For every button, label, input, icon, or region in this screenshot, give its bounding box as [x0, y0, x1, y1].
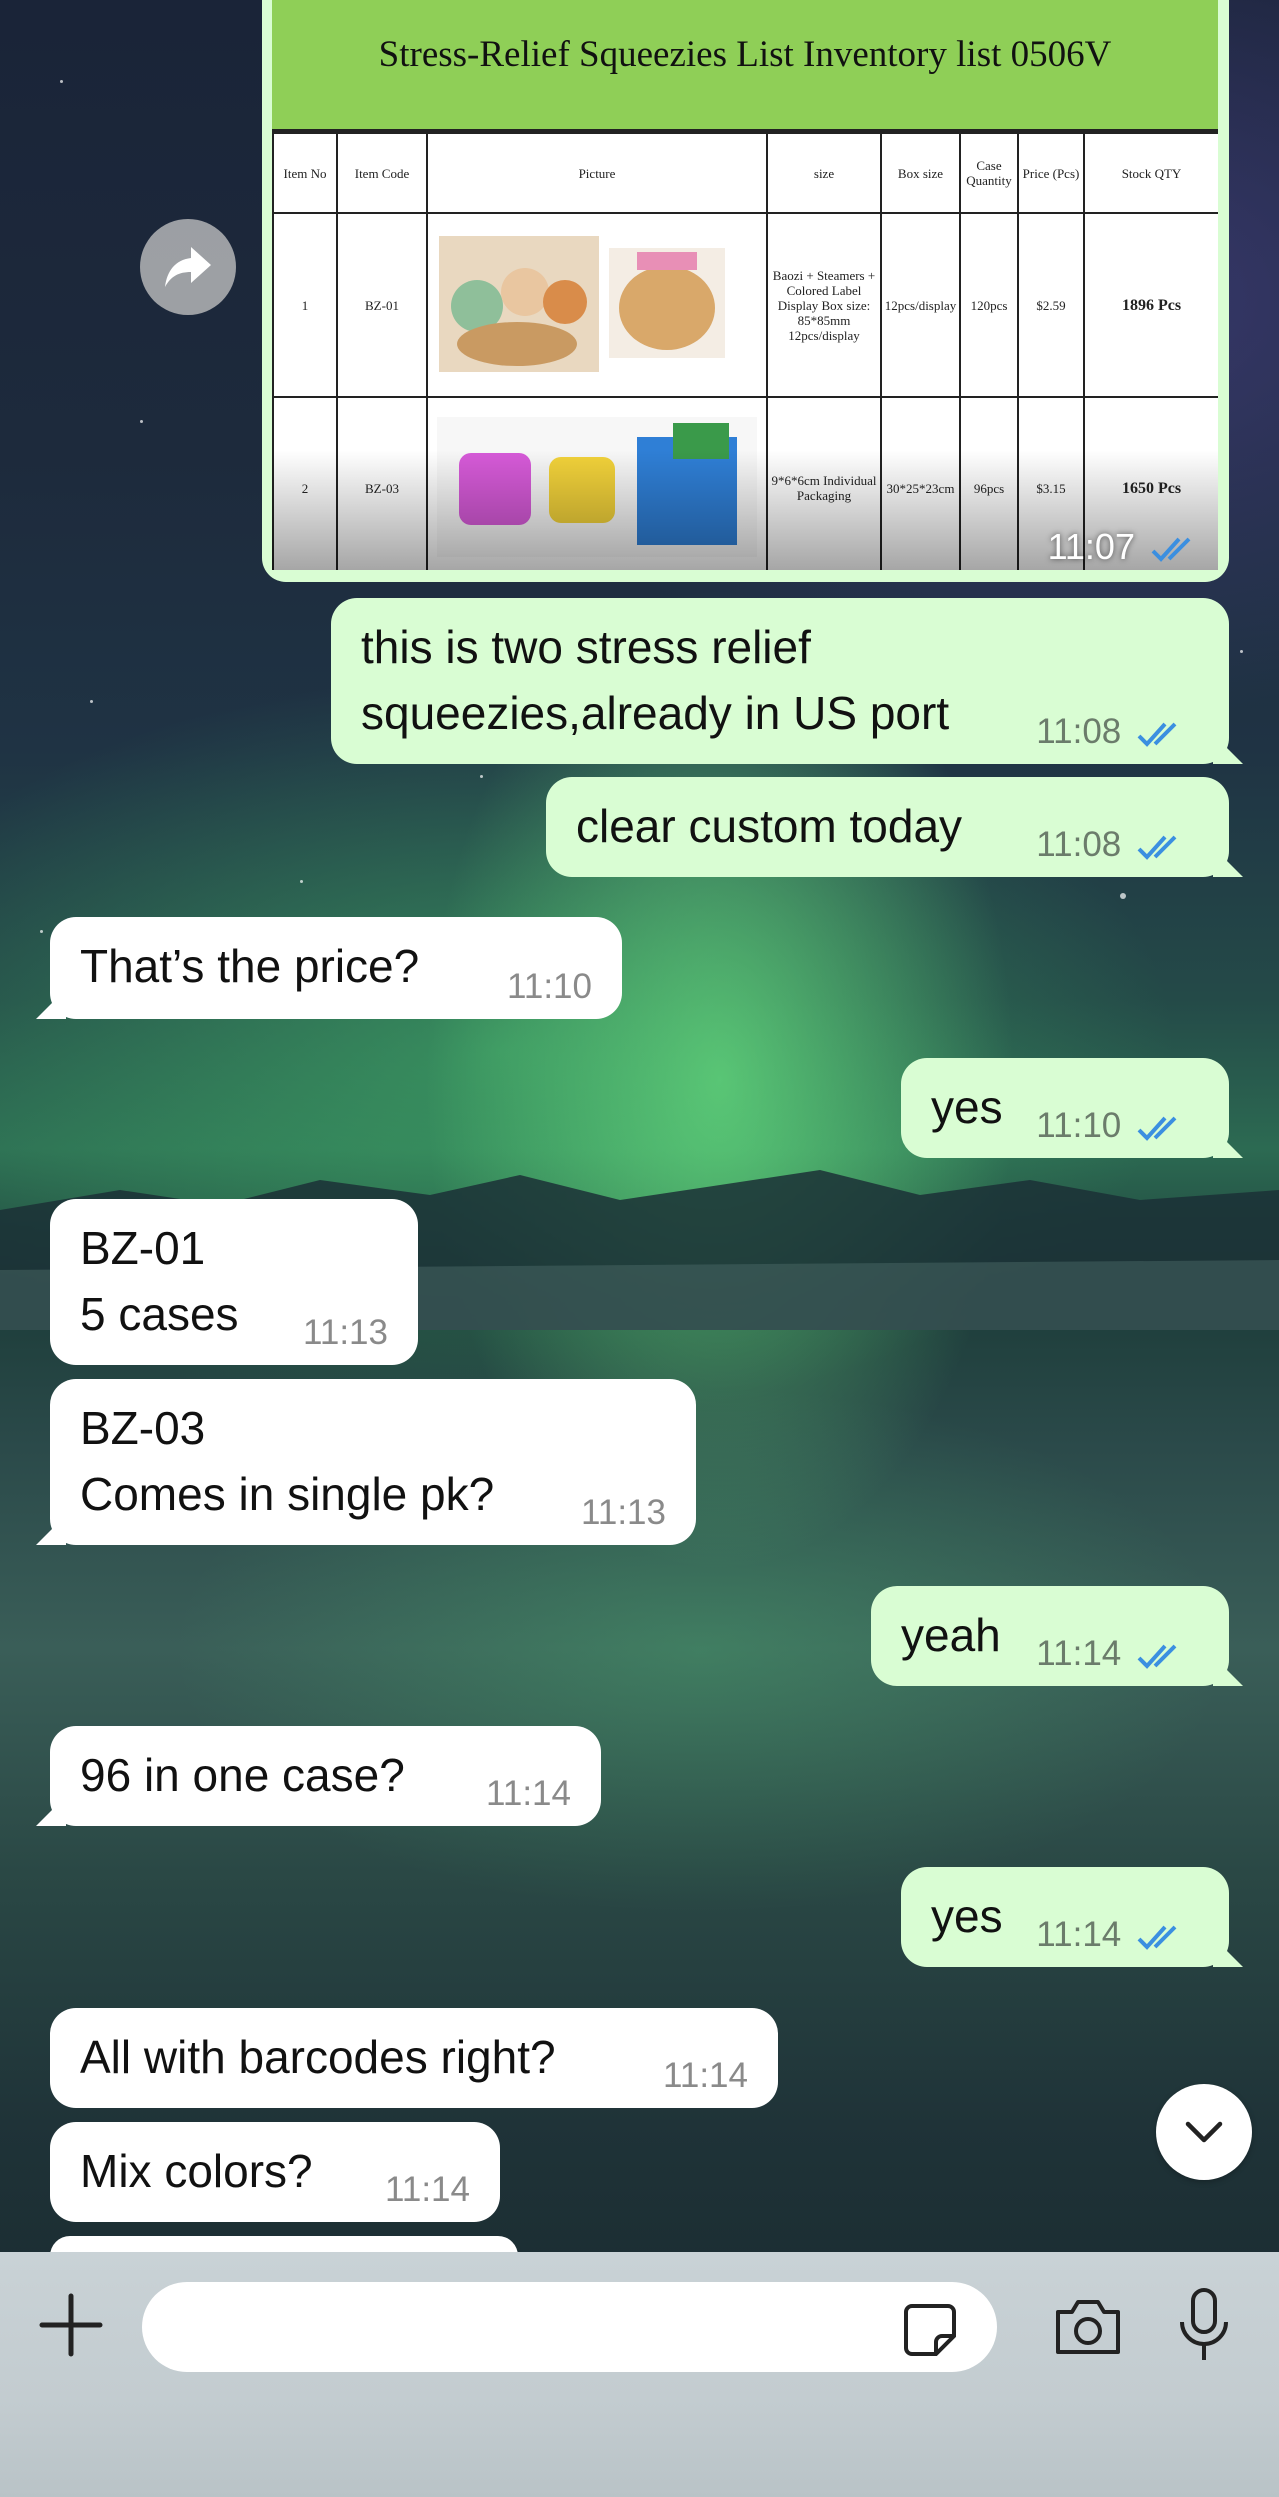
message-bubble-outgoing[interactable]: yeah 11:14	[871, 1586, 1243, 1686]
message-time: 11:14	[486, 1774, 571, 1813]
message-bubble-outgoing[interactable]: this is two stress relief squeezies,alre…	[331, 598, 1243, 764]
message-meta: 11:14	[1036, 1634, 1185, 1674]
header-stock: Stock QTY	[1083, 132, 1218, 214]
double-check-icon	[1137, 1644, 1177, 1669]
message-time: 11:14	[1036, 1915, 1122, 1954]
scroll-to-bottom-button[interactable]	[1156, 2084, 1252, 2180]
cell-code: BZ-01	[336, 212, 428, 398]
message-bubble-outgoing[interactable]: clear custom today 11:08	[546, 777, 1243, 877]
message-text: That’s the price?	[80, 940, 420, 992]
product-photo-baozi	[426, 212, 768, 398]
message-bubble-incoming[interactable]: BZ-01 5 cases 11:13	[50, 1199, 418, 1365]
message-meta: 11:10	[507, 967, 592, 1007]
message-time: 11:14	[385, 2170, 470, 2209]
message-meta: 11:14	[385, 2170, 470, 2210]
bubble-tail	[36, 989, 66, 1019]
message-input[interactable]	[142, 2282, 997, 2372]
header-price: Price (Pcs)	[1017, 132, 1085, 214]
message-meta: 11:08	[1036, 825, 1185, 865]
message-text: yeah	[901, 1609, 1001, 1661]
message-meta: 11:14	[1036, 1915, 1185, 1955]
header-picture: Picture	[426, 132, 768, 214]
header-size: size	[766, 132, 882, 214]
double-check-icon	[1137, 835, 1177, 860]
bubble-tail	[1213, 847, 1243, 877]
message-time: 11:07	[1047, 526, 1135, 567]
message-time: 11:13	[581, 1493, 666, 1532]
sticker-icon[interactable]	[902, 2302, 958, 2358]
message-text: All with barcodes right?	[80, 2031, 556, 2083]
message-bubble-incoming[interactable]: All with barcodes right? 11:14	[50, 2008, 778, 2108]
cell-case: 120pcs	[959, 212, 1019, 398]
bubble-tail	[1213, 734, 1243, 764]
cell-no: 1	[272, 212, 338, 398]
message-meta: 11:10	[1036, 1106, 1185, 1146]
message-time: 11:08	[1036, 712, 1122, 751]
message-text: 96 in one case?	[80, 1749, 405, 1801]
double-check-icon	[1137, 722, 1177, 747]
message-text-line: BZ-03	[80, 1402, 206, 1454]
message-bubble-incoming[interactable]: 96 in one case? 11:14	[36, 1726, 601, 1826]
message-meta: 11:08	[1036, 712, 1185, 752]
message-meta: 11:13	[303, 1313, 388, 1353]
message-text: Mix colors?	[80, 2145, 313, 2197]
forward-arrow-icon	[165, 247, 211, 287]
message-meta: 11:14	[486, 1774, 571, 1814]
message-time: 11:10	[1036, 1106, 1122, 1145]
cell-stock: 1896 Pcs	[1083, 212, 1218, 398]
cell-box: 12pcs/display	[880, 212, 961, 398]
attach-plus-icon[interactable]	[36, 2290, 106, 2360]
forward-button[interactable]	[140, 219, 236, 315]
image-message[interactable]: Stress-Relief Squeezies List Inventory l…	[262, 0, 1229, 582]
bubble-tail	[1213, 1656, 1243, 1686]
message-time: 11:13	[303, 1313, 388, 1352]
message-time: 11:14	[1036, 1634, 1122, 1673]
microphone-icon[interactable]	[1176, 2286, 1232, 2366]
message-bubble-outgoing[interactable]: yes 11:14	[901, 1867, 1243, 1967]
double-check-icon	[1137, 1116, 1177, 1141]
message-text: this is two stress relief squeezies,alre…	[361, 621, 950, 739]
message-text: clear custom today	[576, 800, 963, 852]
message-time: 11:10	[507, 967, 592, 1006]
message-text: yes	[931, 1890, 1003, 1942]
bubble-tail	[36, 1515, 66, 1545]
message-meta: 11:14	[663, 2056, 748, 2096]
header-item-code: Item Code	[336, 132, 428, 214]
chevron-down-icon	[1185, 2121, 1223, 2143]
message-text-line: BZ-01	[80, 1222, 206, 1274]
header-box-size: Box size	[880, 132, 961, 214]
message-bubble-incoming[interactable]: BZ-03 Comes in single pk? 11:13	[36, 1379, 696, 1545]
bubble-tail	[1213, 1128, 1243, 1158]
message-bubble-outgoing[interactable]: yes 11:10	[901, 1058, 1243, 1158]
double-check-icon	[1137, 1925, 1177, 1950]
cell-price: $2.59	[1017, 212, 1085, 398]
message-time: 11:08	[1036, 825, 1122, 864]
message-meta: 11:13	[581, 1493, 666, 1533]
header-case-qty: Case Quantity	[959, 132, 1019, 214]
composer-bar	[0, 2252, 1279, 2497]
inventory-sheet-image: Stress-Relief Squeezies List Inventory l…	[272, 0, 1218, 570]
message-bubble-incoming[interactable]: Mix colors? 11:14	[50, 2122, 500, 2222]
double-check-icon	[1151, 538, 1191, 563]
table-row: 1 BZ-01 Baozi + Steamers + Colored Label	[272, 212, 1218, 398]
image-message-meta: 11:07	[1048, 526, 1199, 568]
message-text: yes	[931, 1081, 1003, 1133]
header-item-no: Item No	[272, 132, 338, 214]
bubble-tail	[36, 1796, 66, 1826]
camera-icon[interactable]	[1052, 2292, 1124, 2360]
message-time: 11:14	[663, 2056, 748, 2095]
message-bubble-incoming[interactable]: That’s the price? 11:10	[36, 917, 622, 1019]
sheet-title: Stress-Relief Squeezies List Inventory l…	[272, 0, 1218, 132]
cell-size: Baozi + Steamers + Colored Label Display…	[766, 212, 882, 398]
bubble-tail	[1213, 1937, 1243, 1967]
